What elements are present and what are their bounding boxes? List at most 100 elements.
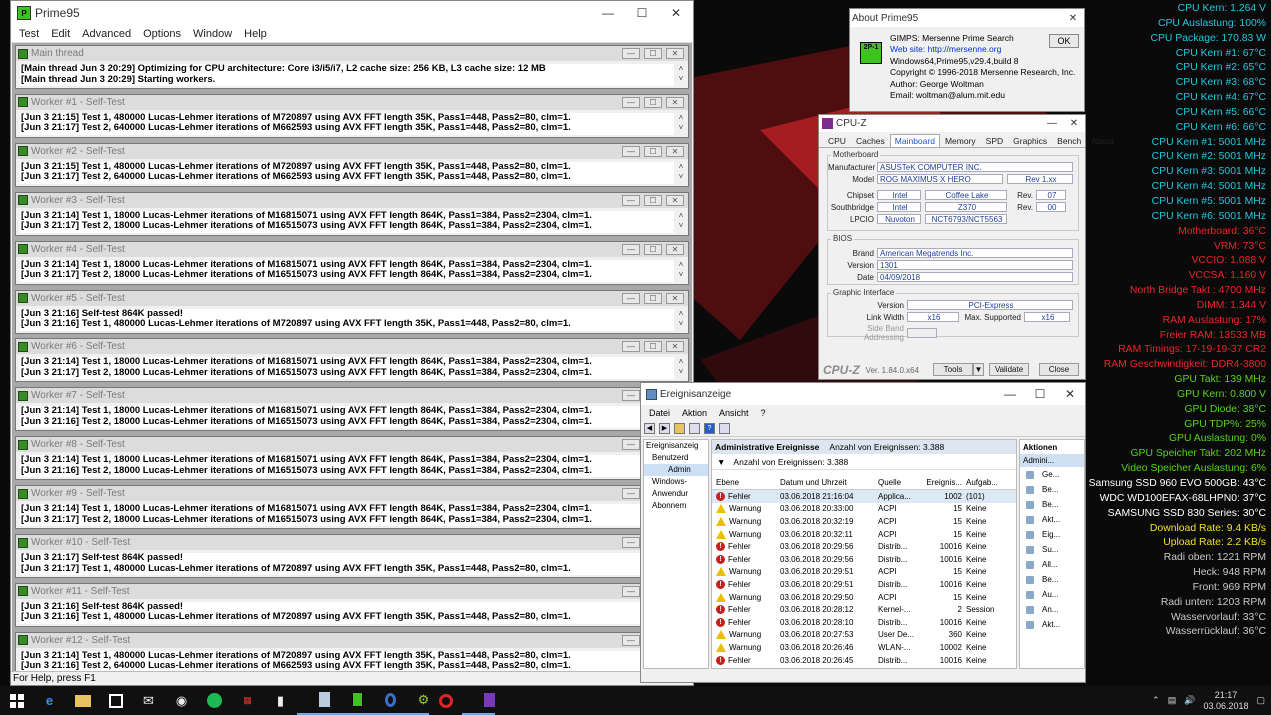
worker-title-bar[interactable]: Worker #3 - Self-Test — ☐ ✕ (16, 192, 688, 208)
close-button[interactable]: ✕ (666, 243, 684, 255)
close-button[interactable]: ✕ (1055, 383, 1085, 405)
minimize-button[interactable]: — (995, 383, 1025, 405)
maximize-button[interactable]: ☐ (644, 145, 662, 157)
explorer-icon[interactable] (66, 686, 99, 715)
table-row[interactable]: Warnung 03.06.2018 20:32:19 ACPI 15 Keine (712, 515, 1016, 528)
worker-title-bar[interactable]: Worker #12 - Self-Test—☐✕ (16, 632, 688, 648)
spotify-icon[interactable] (198, 686, 231, 715)
worker-title-bar[interactable]: Worker #1 - Self-Test — ☐ ✕ (16, 94, 688, 110)
tree-item-custom-views[interactable]: Benutzerd (644, 452, 708, 464)
opera-icon[interactable] (429, 686, 462, 715)
worker-title-bar[interactable]: Worker #4 - Self-Test — ☐ ✕ (16, 241, 688, 257)
maximize-button[interactable]: ☐ (1025, 383, 1055, 405)
menu-datei[interactable]: Datei (643, 408, 676, 418)
maximize-button[interactable]: ☐ (644, 243, 662, 255)
tray-overflow-icon[interactable]: ⌃ (1152, 695, 1160, 706)
event-viewer-title-bar[interactable]: Ereignisanzeige — ☐ ✕ (641, 383, 1085, 405)
close-button[interactable]: ✕ (666, 341, 684, 353)
action-item[interactable]: Be... (1020, 482, 1084, 497)
action-item[interactable]: All... (1020, 557, 1084, 572)
minimize-button[interactable]: — (622, 585, 640, 597)
table-row[interactable]: Warnung 03.06.2018 20:29:51 ACPI 15 Keine (712, 566, 1016, 579)
action-item[interactable]: Akt... (1020, 617, 1084, 632)
worker-title-bar[interactable]: Worker #8 - Self-Test—☐✕ (16, 437, 688, 453)
tree-item-subscriptions[interactable]: Abonnem (644, 500, 708, 512)
maximize-button[interactable]: ☐ (644, 194, 662, 206)
minimize-button[interactable]: — (591, 1, 625, 25)
scrollbar[interactable]: ˄˅ (675, 162, 687, 184)
about-title-bar[interactable]: About Prime95 ✕ (850, 9, 1084, 27)
cpuid-icon[interactable] (363, 686, 396, 715)
maximize-button[interactable]: ☐ (644, 96, 662, 108)
maximize-button[interactable]: ☐ (625, 1, 659, 25)
minimize-button[interactable]: — (622, 390, 640, 402)
windows-start-icon[interactable] (0, 686, 33, 715)
worker-title-bar[interactable]: Worker #10 - Self-Test—☐✕ (16, 535, 688, 550)
network-icon[interactable]: ▤ (1168, 695, 1177, 706)
validate-button[interactable]: Validate (989, 363, 1029, 376)
calculator-icon[interactable]: ▦ (231, 686, 264, 715)
action-item[interactable]: Be... (1020, 572, 1084, 587)
usb-icon[interactable]: ▮ (264, 686, 297, 715)
menu-advanced[interactable]: Advanced (76, 28, 137, 40)
website-link[interactable]: Web site: http://mersenne.org (890, 44, 1075, 55)
tab-cpu[interactable]: CPU (823, 134, 851, 147)
minimize-button[interactable]: — (622, 243, 640, 255)
minimize-button[interactable]: — (622, 292, 640, 304)
maximize-button[interactable]: ☐ (644, 48, 662, 59)
worker-title-bar[interactable]: Worker #11 - Self-Test—☐✕ (16, 583, 688, 599)
tab-memory[interactable]: Memory (940, 134, 981, 147)
help-icon[interactable]: ? (704, 423, 715, 434)
minimize-button[interactable]: — (622, 194, 640, 206)
tab-caches[interactable]: Caches (851, 134, 890, 147)
tools-button[interactable]: Tools (933, 363, 973, 376)
close-button[interactable]: ✕ (666, 292, 684, 304)
scrollbar[interactable]: ˄˅ (675, 113, 687, 135)
table-row[interactable]: ! Fehler 03.06.2018 20:29:56 Distrib... 1001… (712, 553, 1016, 566)
column-header[interactable]: Aufgab... (966, 478, 1006, 487)
column-header[interactable]: Quelle (878, 478, 922, 487)
actions-subheader[interactable]: Admini... (1020, 454, 1084, 467)
scrollbar[interactable]: ˄˅ (675, 309, 687, 331)
folder-icon[interactable] (674, 423, 685, 434)
table-row[interactable]: ! Fehler 03.06.2018 20:26:45 Distrib... 1001… (712, 654, 1016, 667)
close-button[interactable]: ✕ (659, 1, 693, 25)
prime95-icon[interactable] (330, 686, 363, 715)
action-item[interactable]: Akt... (1020, 512, 1084, 527)
table-row[interactable]: Warnung 03.06.2018 20:29:50 ACPI 15 Keine (712, 591, 1016, 604)
table-row[interactable]: ! Fehler 03.06.2018 20:29:51 Distrib... 1001… (712, 578, 1016, 591)
mail-icon[interactable]: ✉ (132, 686, 165, 715)
forward-icon[interactable]: ▶ (659, 423, 670, 434)
table-row[interactable]: ! Fehler 03.06.2018 21:16:04 Applica... 1002… (712, 490, 1016, 503)
tools-dropdown-arrow[interactable]: ▼ (973, 363, 984, 376)
minimize-button[interactable]: — (622, 341, 640, 353)
maximize-button[interactable]: ☐ (644, 292, 662, 304)
minimize-button[interactable]: — (622, 96, 640, 108)
minimize-button[interactable]: — (622, 145, 640, 157)
table-row[interactable]: Warnung 03.06.2018 20:32:11 ACPI 15 Keine (712, 528, 1016, 541)
worker-title-bar[interactable]: Main thread — ☐ ✕ (16, 46, 688, 61)
close-button[interactable]: ✕ (666, 48, 684, 59)
table-row[interactable]: Warnung 03.06.2018 20:26:46 WLAN-... 10002 K… (712, 641, 1016, 654)
scrollbar[interactable]: ˄˅ (675, 64, 687, 86)
menu-edit[interactable]: Edit (45, 28, 76, 40)
store-icon[interactable] (99, 686, 132, 715)
worker-title-bar[interactable]: Worker #6 - Self-Test — ☐ ✕ (16, 339, 688, 355)
clock[interactable]: 21:17 03.06.2018 (1203, 690, 1248, 712)
tab-graphics[interactable]: Graphics (1008, 134, 1052, 147)
menu-test[interactable]: Test (13, 28, 45, 40)
media-icon[interactable]: ◉ (165, 686, 198, 715)
menu-help[interactable]: Help (238, 28, 273, 40)
table-row[interactable]: ! Fehler 03.06.2018 20:28:12 Kernel-... 2 Ses… (712, 603, 1016, 616)
table-row[interactable]: ! Fehler 03.06.2018 20:28:10 Distrib... 1001… (712, 616, 1016, 629)
scrollbar[interactable]: ˄˅ (675, 211, 687, 233)
scrollbar[interactable]: ˄˅ (675, 260, 687, 282)
table-row[interactable]: ! Fehler 03.06.2018 20:29:56 Distrib... 1001… (712, 540, 1016, 553)
worker-title-bar[interactable]: Worker #7 - Self-Test—☐✕ (16, 388, 688, 404)
hwinfo-icon[interactable]: ⚙ (396, 686, 429, 715)
menu-ansicht[interactable]: Ansicht (713, 408, 755, 418)
notification-icon[interactable]: ▢ (1256, 695, 1265, 706)
tab-bench[interactable]: Bench (1052, 134, 1086, 147)
action-item[interactable]: Ge... (1020, 467, 1084, 482)
cpuz-close-button[interactable]: ✕ (1063, 115, 1085, 132)
